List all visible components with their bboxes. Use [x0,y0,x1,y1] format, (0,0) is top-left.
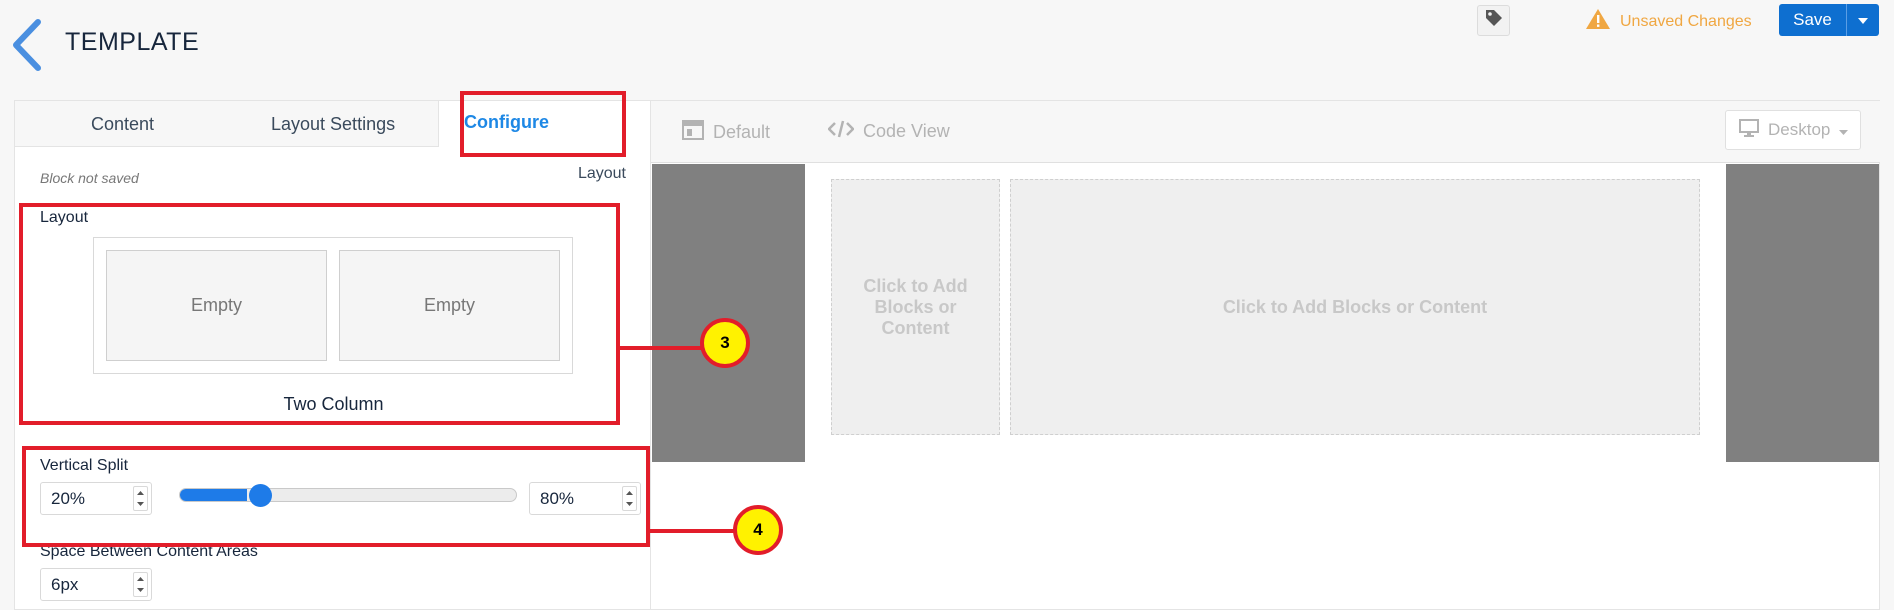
editor-toolbar: Default Code View Desktop [651,101,1880,163]
caret-down-icon [1839,120,1849,140]
tab-layout-settings[interactable]: Layout Settings [271,114,395,135]
default-view-label: Default [713,122,771,142]
tab-content[interactable]: Content [91,114,154,135]
page-title: TEMPLATE [65,28,200,56]
tag-button[interactable] [1477,5,1510,36]
canvas-left-margin [652,164,805,462]
annotation-box-configure-tab [460,91,626,157]
spacing-input[interactable]: 6px [40,568,152,601]
annotation-badge-3: 3 [700,318,750,368]
save-button-group: Save [1779,4,1879,36]
layout-link[interactable]: Layout [578,165,626,183]
spacing-value: 6px [51,574,79,594]
annotation-box-layout [19,203,620,425]
warning-icon [1585,8,1611,35]
default-view-button[interactable]: Default [682,120,770,145]
tab-bar: Content Layout Settings [15,101,439,147]
code-view-button[interactable]: Code View [827,120,950,143]
annotation-box-vertical-split [22,446,650,547]
unsaved-changes-indicator: Unsaved Changes [1585,8,1752,35]
block-status-text: Block not saved [40,170,139,186]
back-arrow-icon[interactable] [10,18,44,72]
desktop-icon [1739,118,1759,142]
annotation-connector-3 [618,346,704,350]
annotation-badge-4: 4 [733,505,783,555]
device-select[interactable]: Desktop [1725,110,1861,150]
template-editor: Default Code View Desktop Click to Add B… [651,100,1880,610]
spacing-stepper[interactable] [133,572,148,597]
right-content-drop-zone[interactable]: Click to Add Blocks or Content [1010,179,1700,435]
code-view-label: Code View [863,121,950,141]
tag-icon [1484,8,1504,33]
code-icon [827,120,855,143]
save-button[interactable]: Save [1779,4,1846,36]
layout-icon [682,120,704,145]
unsaved-changes-label: Unsaved Changes [1620,12,1752,30]
save-options-button[interactable] [1846,4,1879,36]
annotation-connector-4 [648,529,737,533]
canvas-right-margin [1726,164,1879,462]
device-label: Desktop [1768,120,1831,139]
left-content-drop-zone[interactable]: Click to Add Blocks or Content [831,179,1000,435]
caret-down-icon [1858,11,1868,29]
